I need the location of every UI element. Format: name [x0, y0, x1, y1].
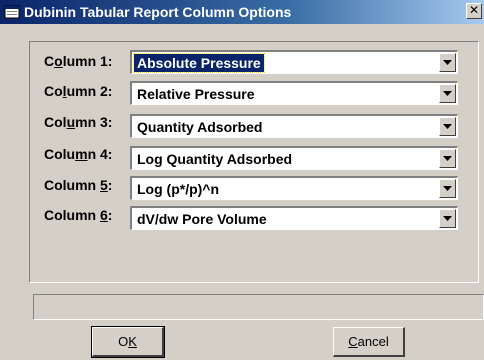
status-bar [33, 294, 484, 320]
column-5-dropdown-button[interactable] [439, 179, 456, 198]
column-3-dropdown-button[interactable] [439, 117, 456, 136]
column-3-select[interactable]: Quantity Adsorbed [130, 114, 458, 138]
column-6-dropdown-button[interactable] [439, 209, 456, 228]
column-2-value: Relative Pressure [137, 86, 255, 102]
close-icon: ✕ [468, 3, 480, 17]
column-6-select[interactable]: dV/dw Pore Volume [130, 206, 458, 230]
ok-button[interactable]: OK [91, 326, 165, 358]
column-5-label: Column 5: [44, 177, 113, 193]
title-bar[interactable]: Dubinin Tabular Report Column Options ✕ [0, 0, 484, 24]
column-1-select[interactable]: Absolute Pressure [130, 50, 458, 74]
chevron-down-icon [443, 186, 452, 191]
column-1-dropdown-button[interactable] [439, 53, 456, 72]
chevron-down-icon [443, 156, 452, 161]
column-1-label: Column 1: [44, 53, 113, 69]
chevron-down-icon [443, 216, 452, 221]
column-3-label: Column 3: [44, 114, 113, 130]
column-2-dropdown-button[interactable] [439, 84, 456, 103]
window-title: Dubinin Tabular Report Column Options [24, 4, 292, 20]
column-4-value: Log Quantity Adsorbed [137, 151, 293, 167]
column-1-value: Absolute Pressure [133, 53, 265, 73]
close-button[interactable]: ✕ [466, 3, 482, 19]
chevron-down-icon [443, 124, 452, 129]
window-app-icon [4, 4, 20, 20]
dialog-window: Dubinin Tabular Report Column Options ✕ … [0, 0, 484, 360]
column-2-select[interactable]: Relative Pressure [130, 81, 458, 105]
column-5-select[interactable]: Log (p*/p)^n [130, 176, 458, 200]
cancel-button[interactable]: Cancel [333, 327, 405, 357]
column-6-value: dV/dw Pore Volume [137, 211, 267, 227]
chevron-down-icon [443, 91, 452, 96]
column-3-value: Quantity Adsorbed [137, 119, 263, 135]
column-4-dropdown-button[interactable] [439, 149, 456, 168]
column-5-value: Log (p*/p)^n [137, 181, 220, 197]
column-6-label: Column 6: [44, 207, 113, 223]
column-4-select[interactable]: Log Quantity Adsorbed [130, 146, 458, 170]
column-2-label: Column 2: [44, 83, 113, 99]
chevron-down-icon [443, 60, 452, 65]
column-4-label: Column 4: [44, 146, 113, 162]
